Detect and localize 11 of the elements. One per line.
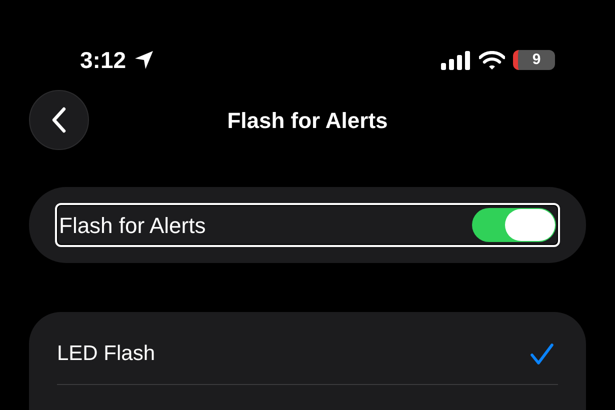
battery-level: 9 [513,50,555,70]
clock-time: 3:12 [80,46,126,75]
toggle-switch[interactable] [472,208,556,242]
wifi-icon [479,50,505,70]
location-arrow-icon [134,50,154,70]
focused-setting-row[interactable]: Flash for Alerts [55,203,560,247]
screen-title: Flash for Alerts [226,106,389,134]
back-chevron-icon [51,107,67,133]
signal-icon [441,50,471,70]
setting-label: Flash for Alerts [59,212,206,240]
option-label: LED Flash [57,341,156,368]
